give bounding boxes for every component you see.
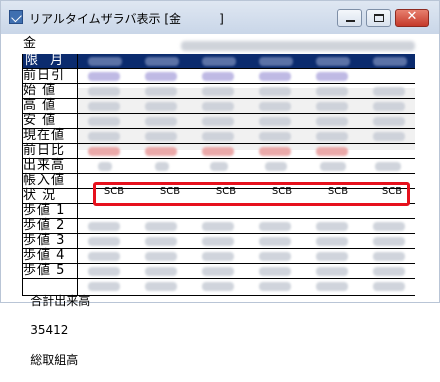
quote-board: 金 限 月 前日引 始 値 高 値 安 値 現在値 前日比 出来高 帳入値 状 … [10,35,430,297]
window-title: リアルタイムザラバ表示 [金 ] [29,12,224,26]
row-label: 出来高 [23,158,66,173]
total-volume-label: 合計出来高 [30,294,91,308]
row-label: 前日引 [23,68,66,83]
minimize-button[interactable] [337,9,362,27]
commodity-label: 金 [23,36,38,51]
title-bar[interactable]: リアルタイムザラバ表示 [金 ] ✕ [1,1,439,34]
status-row-highlight [93,182,410,206]
maximize-button[interactable] [366,9,391,27]
total-volume-value: 35412 [30,323,69,337]
row-label: 前日比 [23,143,66,158]
app-icon [9,10,23,24]
row-label: 歩値 3 [23,233,66,248]
row-label: 歩値 4 [23,248,66,263]
row-label: 現在値 [23,128,66,143]
footer-totals: 合計出来高 35412 総取組高 [15,278,90,382]
blurred-timestamp [181,41,415,51]
close-icon: ✕ [406,9,418,24]
app-window: リアルタイムザラバ表示 [金 ] ✕ 金 限 月 前日引 始 値 高 値 安 値… [0,0,440,367]
open-interest-label: 総取組高 [30,353,79,367]
header-label-contract-month: 限 月 [25,53,68,68]
row-label: 安 値 [23,113,57,128]
grid-border-left [22,54,23,296]
close-button[interactable]: ✕ [395,9,429,27]
row-label: 状 況 [23,188,57,203]
row-label: 歩値 1 [23,203,66,218]
row-label: 高 値 [23,98,57,113]
row-label: 帳入値 [23,173,66,188]
row-label: 歩値 2 [23,218,66,233]
row-label: 始 値 [23,83,57,98]
grid-separator [77,54,78,296]
row-label: 歩値 5 [23,263,66,278]
